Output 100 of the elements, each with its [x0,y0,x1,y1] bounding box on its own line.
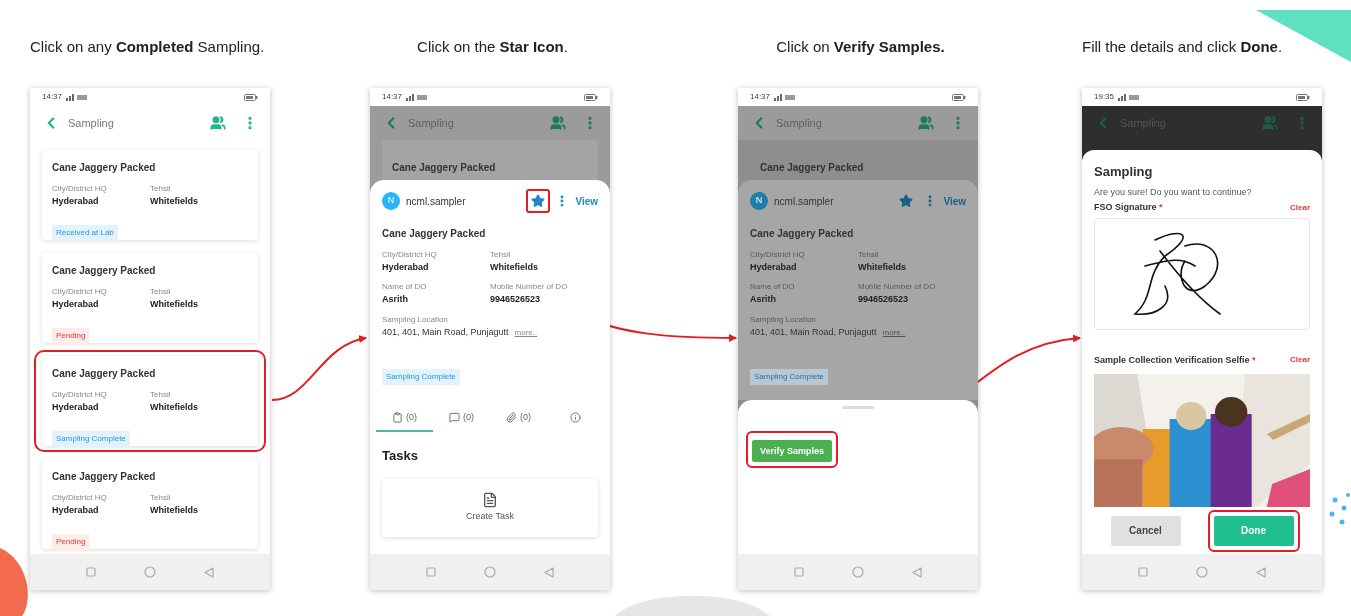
field-value: Hyderabad [750,261,798,274]
step-instruction: Click on Verify Samples. [775,37,946,57]
clipboard-icon [392,412,403,423]
field-label: Sampling Location [382,314,449,326]
field-value: Whitefields [150,504,199,517]
field-value: Whitefields [150,195,199,208]
sampling-card[interactable]: Cane Jaggery Packed City/District HQ Hyderabad Tehsil Whitefields Pending [42,459,258,549]
sampling-card[interactable]: Cane Jaggery Packed City/District HQ Hyderabad Tehsil Whitefields Received at Lab [42,150,258,240]
sampling-card[interactable]: Cane Jaggery Packed City/District HQ Hyderabad Tehsil Whitefields Pending [42,253,258,343]
signal-icon [406,93,429,101]
cancel-button[interactable]: Cancel [1110,515,1181,546]
back-icon[interactable] [912,566,922,578]
field-label: City/District HQ [52,286,108,298]
sampling-card[interactable]: Cane Jaggery Packed City/District HQ Hyderabad Tehsil Whitefields Sampling Complete [42,356,258,446]
signal-icon [774,93,797,101]
users-icon[interactable] [550,115,566,131]
app-title: Sampling [408,115,454,131]
status-badge: Sampling Complete [382,368,460,385]
status-time: 14:37 [382,91,403,103]
location-value: 401, 401, Main Road, Punjagutt [750,326,877,339]
field-label: City/District HQ [52,183,108,195]
signal-icon [66,93,89,101]
step-instruction: Click on any Completed Sampling. [30,37,266,57]
dialog-title: Sampling [1094,163,1154,181]
home-icon[interactable] [852,566,864,578]
home-icon[interactable] [484,566,496,578]
more-link[interactable]: more.. [882,326,906,339]
tab[interactable]: (0) [376,405,433,432]
battery-icon [952,93,966,101]
field-value: Asrith [382,292,409,306]
paperclip-icon [506,412,517,423]
field-value: Whitefields [490,261,539,274]
battery-icon [1296,93,1310,101]
field-label: Tehsil [150,183,172,195]
field-value: 9946526523 [858,292,910,306]
users-icon[interactable] [1262,115,1278,131]
tab[interactable]: (0) [433,405,490,432]
users-icon[interactable] [918,115,934,131]
document-icon [482,492,498,509]
field-label: Name of DO [382,280,428,293]
field-label: City/District HQ [52,389,108,401]
field-label: Tehsil [858,249,880,261]
field-label: Tehsil [150,286,172,298]
dialog-message: Are you sure! Do you want to continue? [1094,185,1253,199]
clear-link[interactable]: Clear [1290,354,1310,367]
recents-icon[interactable] [1138,567,1148,577]
star-icon[interactable] [899,194,914,208]
field-value: Hyderabad [52,401,100,414]
card-title: Cane Jaggery Packed [52,470,157,484]
recents-icon[interactable] [426,567,436,577]
status-badge: Pending [52,533,90,550]
battery-icon [584,93,598,101]
info-icon [570,412,581,423]
field-value: Whitefields [150,401,199,414]
recents-icon[interactable] [794,567,804,577]
back-icon[interactable] [204,566,214,578]
recents-icon[interactable] [86,567,96,577]
create-task-button[interactable]: Create Task [382,479,598,537]
field-value: Hyderabad [52,504,100,517]
field-label: City/District HQ [52,492,108,504]
field-value: Hyderabad [52,195,100,208]
back-icon[interactable] [544,566,554,578]
section-heading: Tasks [382,446,419,465]
battery-icon [244,93,258,101]
signature-field[interactable] [1094,217,1310,330]
field-value: 9946526523 [490,292,542,306]
star-icon[interactable] [531,194,546,208]
app-title: Sampling [776,115,822,131]
status-time: 19:35 [1094,91,1115,103]
view-link[interactable]: View [575,193,598,209]
clear-link[interactable]: Clear [1290,201,1310,214]
field-value: Whitefields [150,298,199,311]
sample-title: Cane Jaggery Packed [382,227,487,241]
home-icon[interactable] [144,566,156,578]
more-link[interactable]: more.. [514,326,538,339]
field-value: Hyderabad [52,298,100,311]
field-value: Hyderabad [382,261,430,274]
status-time: 14:37 [42,91,63,103]
sheet-handle [842,405,874,409]
status-time: 14:37 [750,91,771,103]
users-icon[interactable] [210,115,226,131]
field-label: Tehsil [150,492,172,504]
user-name: ncml.sampler [774,194,834,209]
field-label: Tehsil [490,249,512,261]
card-title: Cane Jaggery Packed [392,162,496,173]
field-label: City/District HQ [750,249,806,261]
step-instruction: Click on the Star Icon. [416,37,569,57]
tab[interactable]: (0) [490,405,547,432]
corner-shape [0,548,28,616]
back-icon[interactable] [1256,566,1266,578]
field-label: FSO Signature * [1094,201,1163,214]
app-title: Sampling [68,115,114,131]
step-instruction: Fill the details and click Done. [1082,37,1284,57]
signal-icon [1118,93,1141,101]
field-value: Asrith [750,292,777,306]
home-icon[interactable] [1196,566,1208,578]
avatar: N [382,192,400,210]
status-badge: Sampling Complete [52,430,130,447]
dot-pattern [1329,493,1350,525]
card-title: Cane Jaggery Packed [52,264,157,278]
